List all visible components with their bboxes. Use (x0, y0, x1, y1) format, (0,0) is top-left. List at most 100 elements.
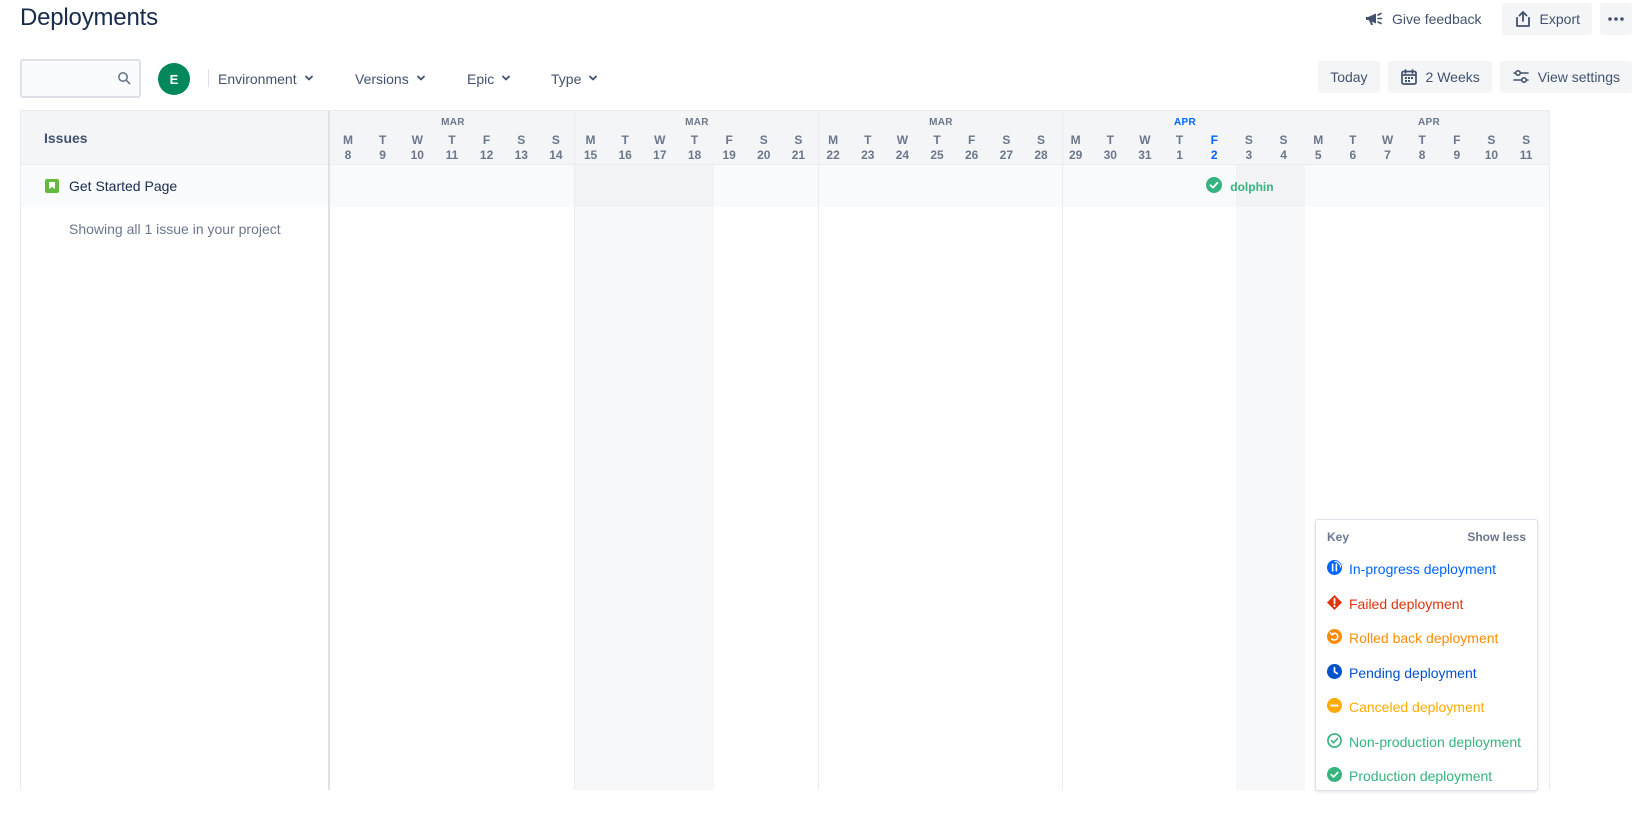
legend-item-non-production: Non-production deployment (1316, 725, 1537, 760)
legend-label: Rolled back deployment (1349, 630, 1499, 647)
day-of-week: M (1070, 133, 1081, 147)
epic-filter[interactable]: Epic (459, 63, 520, 95)
range-button[interactable]: 2 Weeks (1387, 61, 1492, 93)
day-column-label: M 15 (576, 133, 606, 163)
week-divider (1062, 111, 1063, 790)
give-feedback-button[interactable]: Give feedback (1352, 3, 1494, 35)
show-less-button[interactable]: Show less (1467, 530, 1526, 544)
legend-title: Key (1327, 530, 1350, 544)
legend-item-rolled-back: Rolled back deployment (1316, 621, 1537, 656)
legend-item-failed: Failed deployment (1316, 587, 1537, 622)
day-number: 25 (930, 148, 944, 162)
month-label: MAR (441, 117, 465, 128)
legend-label: Non-production deployment (1349, 733, 1521, 750)
day-of-week: T (933, 133, 941, 147)
megaphone-icon (1364, 9, 1384, 29)
day-of-week: W (654, 133, 666, 147)
legend-item-pending: Pending deployment (1316, 656, 1537, 691)
day-column-label: T 30 (1095, 133, 1125, 163)
view-settings-label: View settings (1537, 69, 1620, 85)
day-of-week: T (378, 133, 387, 147)
issue-row-band (330, 165, 1549, 207)
day-of-week: F (1210, 133, 1218, 147)
day-number: 11 (445, 148, 459, 162)
day-of-week: S (1487, 133, 1496, 147)
day-column-label: W 31 (1130, 133, 1160, 163)
day-number: 17 (653, 148, 667, 162)
calendar-icon (1400, 68, 1418, 86)
day-of-week: S (1522, 133, 1531, 147)
more-actions-button[interactable] (1600, 3, 1632, 35)
pending-icon (1327, 663, 1342, 682)
filter-divider (208, 69, 209, 87)
day-number: 2 (1210, 148, 1218, 162)
day-column-label: T 16 (610, 133, 640, 163)
day-number: 11 (1519, 148, 1533, 162)
type-filter[interactable]: Type (543, 63, 607, 95)
timeline-header: MAR MAR MAR APR APR M 8 T 9 W 10 T 11 F 12 S 13 S 14 M 15 T 16… (330, 111, 1549, 165)
environment-filter[interactable]: Environment (210, 63, 323, 95)
day-number: 3 (1245, 148, 1253, 162)
day-column-label: S4 (1269, 133, 1299, 163)
failed-icon (1327, 594, 1342, 613)
deployment-marker[interactable]: dolphin (1206, 177, 1274, 196)
type-filter-label: Type (551, 71, 582, 87)
month-label: MAR (685, 117, 709, 128)
day-column-label: F2 (1199, 133, 1229, 163)
deployment-label: dolphin (1230, 179, 1274, 194)
page-title: Deployments (20, 4, 158, 31)
issue-row[interactable]: Get Started Page (21, 165, 328, 207)
day-number: 14 (549, 148, 563, 162)
day-of-week: W (896, 133, 909, 147)
avatar[interactable]: E (158, 63, 190, 95)
month-label: APR (1417, 117, 1441, 128)
day-number: 6 (1349, 148, 1357, 162)
day-number: 23 (861, 148, 875, 162)
day-column-label: M 29 (1061, 133, 1091, 163)
day-column-label: T6 (1338, 133, 1368, 163)
day-column-label: T8 (1407, 133, 1437, 163)
day-of-week: S (1036, 133, 1045, 147)
day-of-week: T (1418, 133, 1426, 147)
day-of-week: W (1139, 133, 1151, 147)
chevron-down-icon (587, 71, 599, 87)
day-of-week: T (448, 133, 456, 147)
day-number: 13 (514, 148, 528, 162)
chevron-down-icon (303, 71, 315, 87)
day-column-label: S 20 (749, 133, 779, 163)
search-field[interactable] (20, 59, 141, 98)
week-shade (574, 165, 714, 790)
day-of-week: S (551, 133, 560, 147)
day-column-label: S 21 (783, 133, 813, 163)
day-column-label: T 23 (853, 133, 883, 163)
legend-item-canceled: Canceled deployment (1316, 690, 1537, 725)
day-of-week: S (517, 133, 526, 147)
export-icon (1514, 10, 1532, 28)
day-of-week: T (1175, 133, 1184, 147)
day-of-week: M (1313, 133, 1324, 147)
day-number: 5 (1314, 148, 1322, 162)
day-column-label: W 10 (402, 133, 432, 163)
export-button[interactable]: Export (1501, 3, 1592, 35)
day-of-week: S (1279, 133, 1288, 147)
production-icon (1327, 767, 1342, 785)
issues-summary: Showing all 1 issue in your project (69, 221, 281, 237)
view-settings-button[interactable]: View settings (1499, 61, 1632, 93)
week-divider (574, 111, 575, 790)
versions-filter-label: Versions (355, 71, 409, 87)
day-of-week: S (794, 133, 803, 147)
day-column-label: W 17 (645, 133, 675, 163)
day-of-week: M (343, 133, 353, 147)
day-column-label: F 19 (714, 133, 744, 163)
versions-filter[interactable]: Versions (347, 63, 435, 95)
day-number: 9 (1453, 148, 1461, 162)
day-column-label: W7 (1373, 133, 1403, 163)
day-number: 24 (895, 148, 910, 162)
day-column-label: S 27 (991, 133, 1021, 163)
day-column-label: S 14 (541, 133, 571, 163)
day-number: 19 (722, 148, 736, 162)
day-column-label: T 25 (922, 133, 952, 163)
today-button[interactable]: Today (1318, 61, 1380, 93)
production-icon (1206, 177, 1223, 196)
day-column-label: S 11 (1511, 133, 1541, 163)
